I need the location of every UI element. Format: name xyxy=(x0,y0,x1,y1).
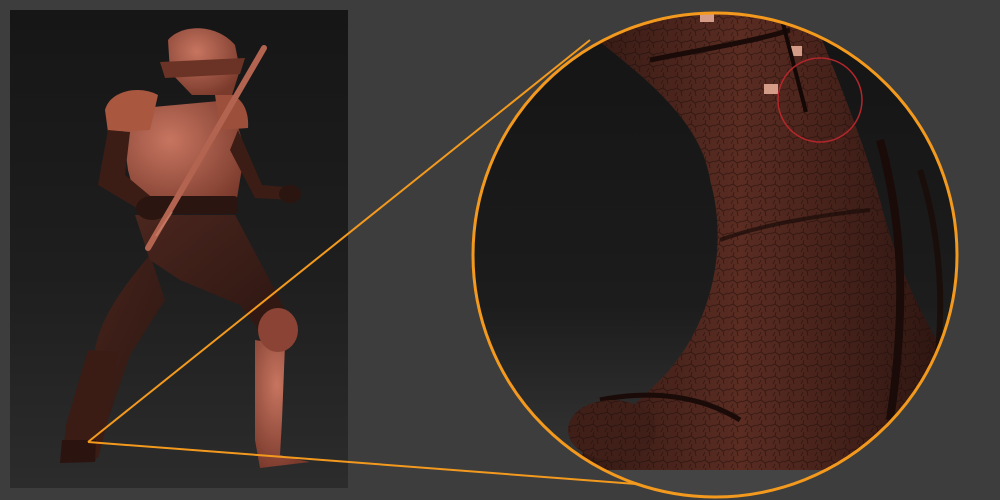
illustration-svg xyxy=(60,11,959,499)
front-shin xyxy=(255,340,310,468)
zoom-magnifier xyxy=(471,11,959,499)
shoulder-plate-left xyxy=(105,90,158,132)
render-stage xyxy=(0,0,1000,500)
ninja-figure xyxy=(60,28,310,468)
knee-guard xyxy=(258,308,298,352)
